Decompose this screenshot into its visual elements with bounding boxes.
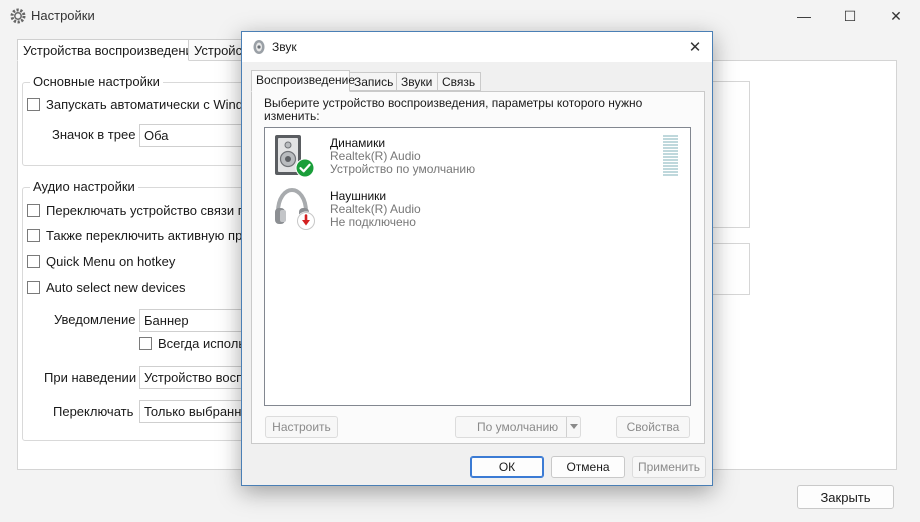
switch-mode-select[interactable]: Только выбранные xyxy=(139,400,249,423)
auto-select-checkbox[interactable] xyxy=(27,281,40,294)
tab-recording-devices[interactable]: Устройст xyxy=(188,39,248,61)
quick-menu-label: Quick Menu on hotkey xyxy=(46,254,176,269)
split-divider xyxy=(566,417,567,437)
device-item-speakers[interactable]: Динамики Realtek(R) Audio Устройство по … xyxy=(271,133,671,179)
gear-icon xyxy=(10,8,26,24)
autostart-row[interactable]: Запускать автоматически с Windows xyxy=(27,97,249,112)
audio-settings-label: Аудио настройки xyxy=(30,179,138,194)
auto-select-label: Auto select new devices xyxy=(46,280,186,295)
close-window-button[interactable]: ✕ xyxy=(873,0,919,32)
headphones-driver: Realtek(R) Audio xyxy=(330,202,421,216)
chevron-down-icon[interactable] xyxy=(570,424,578,430)
tray-icon-label: Значок в трее xyxy=(52,127,136,142)
set-default-label: По умолчанию xyxy=(477,420,559,434)
switch-comm-label: Переключать устройство связи по умолчани… xyxy=(46,203,249,218)
autostart-label: Запускать автоматически с Windows xyxy=(46,97,249,112)
tab-communications[interactable]: Связь xyxy=(437,72,481,91)
tab-recording[interactable]: Запись xyxy=(349,72,397,91)
speaker-icon xyxy=(275,135,315,178)
basic-settings-label: Основные настройки xyxy=(30,74,163,89)
always-use-row[interactable]: Всегда использовать xyxy=(139,336,249,351)
check-badge-icon xyxy=(296,159,314,177)
device-item-headphones[interactable]: Наушники Realtek(R) Audio Не подключено xyxy=(271,186,671,232)
settings-title: Настройки xyxy=(31,8,95,23)
speakers-name: Динамики xyxy=(330,136,386,150)
dialog-close-button[interactable]: ✕ xyxy=(682,34,708,60)
right-lower-box xyxy=(708,243,750,295)
hover-label: При наведении xyxy=(44,370,137,385)
right-upper-box xyxy=(708,81,750,228)
switch-active-label: Также переключить активную программу xyxy=(46,228,249,243)
headphones-name: Наушники xyxy=(330,189,387,203)
sound-dialog-title: Звук xyxy=(272,40,297,54)
properties-button[interactable]: Свойства xyxy=(616,416,690,438)
always-use-label: Всегда использовать xyxy=(158,336,249,351)
speakers-driver: Realtek(R) Audio xyxy=(330,149,421,163)
tab-playback-devices[interactable]: Устройства воспроизведения xyxy=(17,39,189,61)
maximize-button[interactable]: ☐ xyxy=(827,0,873,32)
playback-panel: Выберите устройство воспроизведения, пар… xyxy=(251,91,705,444)
instruction-text: Выберите устройство воспроизведения, пар… xyxy=(264,96,643,123)
notify-select[interactable]: Баннер xyxy=(139,309,249,332)
headphones-icon xyxy=(275,187,316,231)
auto-select-row[interactable]: Auto select new devices xyxy=(27,280,249,295)
ok-button[interactable]: ОК xyxy=(470,456,544,478)
tab-sounds[interactable]: Звуки xyxy=(396,72,438,91)
headphones-status: Не подключено xyxy=(330,215,416,229)
close-button[interactable]: Закрыть xyxy=(797,485,894,509)
sound-dialog-titlebar: Звук ✕ xyxy=(242,32,712,62)
set-default-split-button[interactable]: По умолчанию xyxy=(455,416,581,438)
switch-comm-checkbox[interactable] xyxy=(27,204,40,217)
settings-titlebar: Настройки — ☐ ✕ xyxy=(0,0,920,32)
apply-button[interactable]: Применить xyxy=(632,456,706,478)
device-list[interactable]: Динамики Realtek(R) Audio Устройство по … xyxy=(264,127,691,406)
switch-comm-row[interactable]: Переключать устройство связи по умолчани… xyxy=(27,203,249,218)
switch-active-row[interactable]: Также переключить активную программу xyxy=(27,228,249,243)
quick-menu-checkbox[interactable] xyxy=(27,255,40,268)
switch-mode-label: Переключать xyxy=(53,404,134,419)
speaker-app-icon xyxy=(253,40,265,54)
quick-menu-row[interactable]: Quick Menu on hotkey xyxy=(27,254,249,269)
tray-icon-select[interactable]: Оба xyxy=(139,124,249,147)
speakers-status: Устройство по умолчанию xyxy=(330,162,476,176)
autostart-checkbox[interactable] xyxy=(27,98,40,111)
sound-dialog: Звук ✕ Воспроизведение Запись Звуки Связ… xyxy=(241,31,713,486)
notify-label: Уведомление xyxy=(54,312,136,327)
hover-select[interactable]: Устройство воспроизведения xyxy=(139,366,249,389)
configure-button[interactable]: Настроить xyxy=(265,416,338,438)
volume-level-meter xyxy=(663,135,678,177)
cancel-button[interactable]: Отмена xyxy=(551,456,625,478)
tab-playback[interactable]: Воспроизведение xyxy=(251,70,355,92)
minimize-button[interactable]: — xyxy=(781,0,827,32)
always-use-checkbox[interactable] xyxy=(139,337,152,350)
switch-active-checkbox[interactable] xyxy=(27,229,40,242)
